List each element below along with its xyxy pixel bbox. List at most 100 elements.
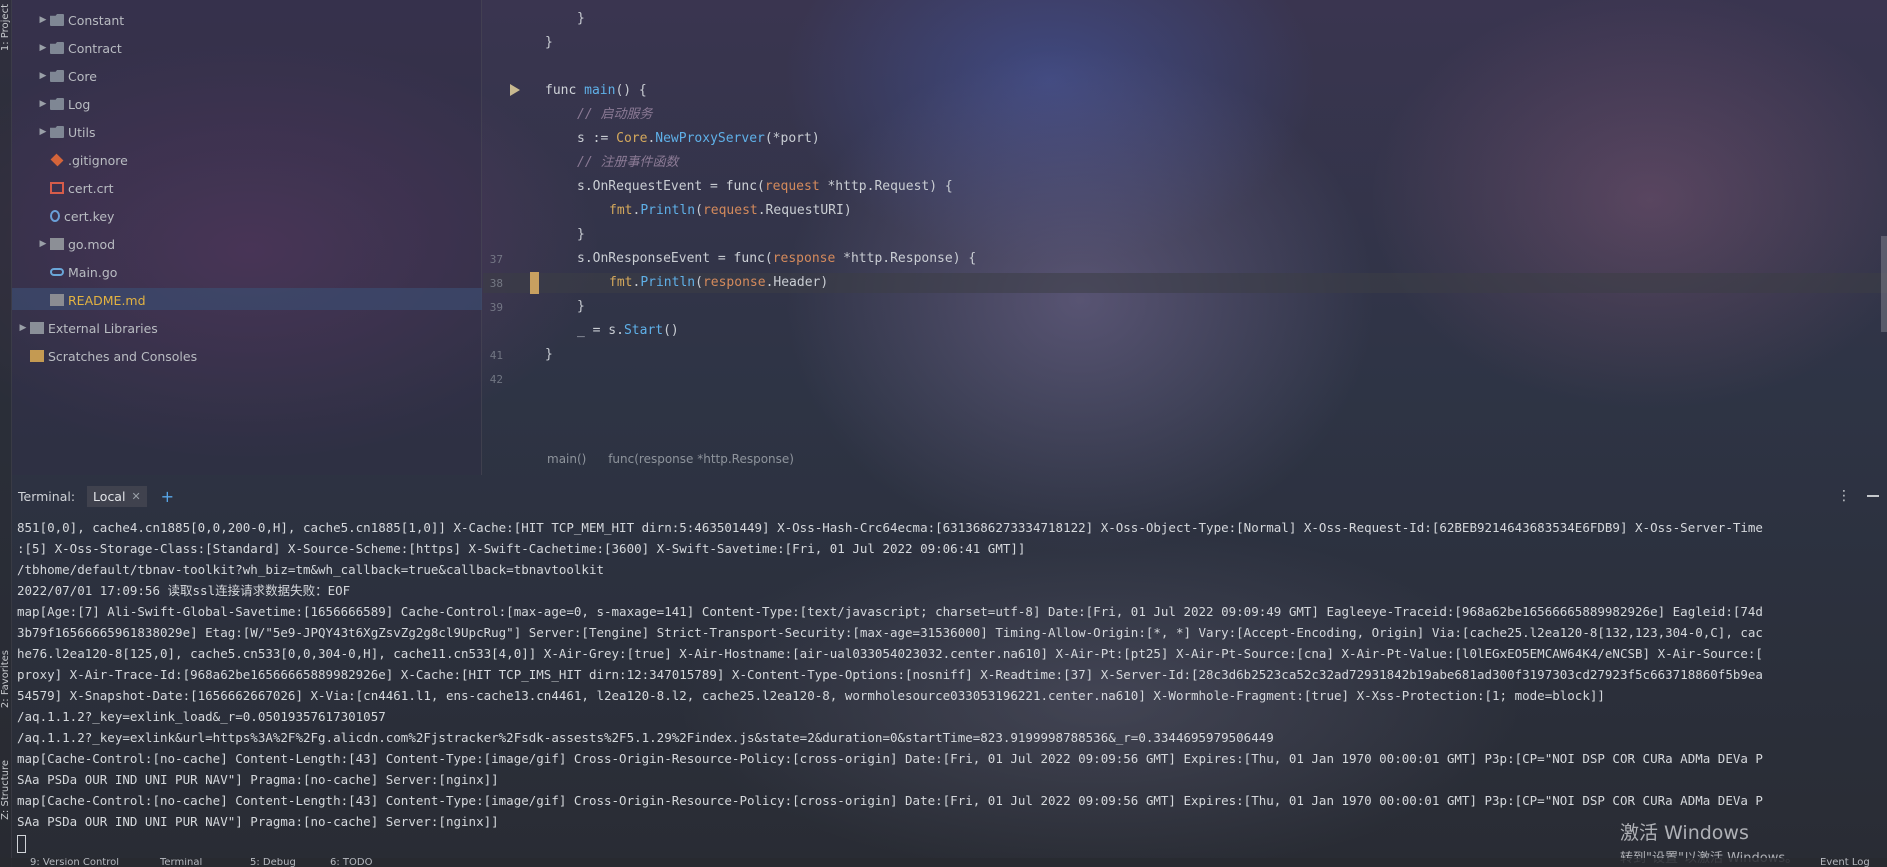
tab-local[interactable]: Local ✕ (87, 485, 147, 507)
tree-item-cert-key[interactable]: cert.key (50, 205, 114, 227)
markdown-file-icon (50, 294, 64, 306)
project-tool-button[interactable]: 1: Project (0, 4, 12, 51)
chevron-right-icon[interactable]: ▶ (36, 71, 50, 81)
tree-item-label: Scratches and Consoles (48, 348, 198, 364)
tree-item-label: Contract (68, 40, 122, 56)
folder-icon (50, 126, 64, 138)
code-line: } (577, 11, 585, 26)
breadcrumb-item[interactable]: func(response *http.Response) (608, 452, 794, 466)
minimize-icon[interactable] (1867, 495, 1879, 497)
terminal-line: SAa PSDa OUR IND UNI PUR NAV"] Pragma:[n… (17, 814, 499, 829)
structure-tool-button[interactable]: Z: Structure (0, 760, 12, 820)
code-line: s.OnRequestEvent = func(request *http.Re… (577, 179, 953, 194)
scratches-icon (30, 350, 44, 362)
certificate-file-icon (50, 182, 64, 194)
chevron-right-icon[interactable]: ▶ (36, 127, 50, 137)
tree-item-label: External Libraries (48, 320, 158, 336)
folder-icon (50, 14, 64, 26)
watermark-title: 激活 Windows (1620, 822, 1749, 844)
code-line: s.OnResponseEvent = func(response *http.… (577, 251, 977, 266)
library-icon (30, 322, 44, 334)
terminal-tab[interactable]: Terminal (160, 858, 202, 867)
tree-item-label: README.md (68, 292, 146, 308)
tree-item-label: Constant (68, 12, 125, 28)
add-tab-icon[interactable]: + (161, 487, 174, 506)
tree-item-main-go[interactable]: Main.go (50, 261, 117, 283)
terminal-line: /tbhome/default/tbnav-toolkit?wh_biz=tm&… (17, 562, 604, 577)
debug-tab[interactable]: 5: Debug (250, 858, 296, 867)
terminal-line: 2022/07/01 17:09:56 读取ssl连接请求数据失败：EOF (17, 583, 351, 598)
terminal-line: :[5] X-Oss-Storage-Class:[Standard] X-So… (17, 541, 1026, 556)
tree-item-label: Main.go (68, 264, 118, 280)
terminal-line: 3b79f16566665961838029e] Etag:[W/"5e9-JP… (17, 625, 1763, 640)
line-number: 38 (489, 277, 503, 290)
git-file-icon (50, 153, 64, 167)
tree-item-label: cert.key (64, 208, 115, 224)
folder-icon (50, 98, 64, 110)
tree-item-go-mod[interactable]: ▶ go.mod (36, 233, 116, 255)
key-file-icon (50, 210, 60, 222)
chevron-right-icon[interactable]: ▶ (36, 43, 50, 53)
chevron-right-icon[interactable]: ▶ (36, 15, 50, 25)
tree-item-utils[interactable]: ▶ Utils (36, 121, 96, 143)
tree-item-label: Utils (68, 124, 96, 140)
terminal-line: /aq.1.1.2?_key=exlink_load&_r=0.05019357… (17, 709, 386, 724)
close-icon[interactable]: ✕ (131, 490, 140, 503)
tree-item-readme[interactable]: README.md (50, 289, 146, 311)
terminal-line: SAa PSDa OUR IND UNI PUR NAV"] Pragma:[n… (17, 772, 499, 787)
tree-item-scratches[interactable]: Scratches and Consoles (30, 345, 197, 367)
terminal-cursor (17, 834, 26, 853)
chevron-right-icon[interactable]: ▶ (36, 99, 50, 109)
terminal-line: map[Cache-Control:[no-cache] Content-Len… (17, 751, 1763, 766)
terminal-title: Terminal: (18, 488, 76, 504)
code-line: } (545, 347, 553, 362)
terminal-line: 54579] X-Snapshot-Date:[1656662667026] X… (17, 688, 1605, 703)
breadcrumb-item[interactable]: main() (547, 452, 586, 466)
folder-icon (50, 70, 64, 82)
code-comment: // 注册事件函数 (577, 155, 679, 170)
tree-item-label: Core (68, 68, 97, 84)
todo-tab[interactable]: 6: TODO (330, 858, 372, 867)
editor-scroll-marker[interactable] (1881, 236, 1887, 332)
terminal-line: /aq.1.1.2?_key=exlink&url=https%3A%2F%2F… (17, 730, 1274, 745)
terminal-line: map[Cache-Control:[no-cache] Content-Len… (17, 793, 1763, 808)
tree-item-log[interactable]: ▶ Log (36, 93, 91, 115)
tool-window-strip: 1: Project 2: Favorites Z: Structure (0, 0, 12, 867)
tree-item-contract[interactable]: ▶ Contract (36, 37, 122, 59)
terminal-line: 851[0,0], cache4.cn1885[0,0,200-0,H], ca… (17, 520, 1763, 535)
code-line: func main() { (545, 83, 647, 98)
go-file-icon (50, 268, 64, 276)
code-editor[interactable]: 37 38 39 41 42 } } func main() { // 启动服务… (483, 0, 1887, 475)
tree-item-gitignore[interactable]: .gitignore (50, 149, 128, 171)
terminal-line: map[Age:[7] Ali-Swift-Global-Savetime:[1… (17, 604, 1763, 619)
terminal-line: he76.l2ea120-8[125,0], cache5.cn533[0,0,… (17, 646, 1763, 661)
tab-label: Local (93, 488, 126, 504)
version-control-tab[interactable]: 9: Version Control (30, 858, 119, 867)
chevron-right-icon[interactable]: ▶ (16, 323, 30, 333)
bottom-tool-bar: 9: Version Control Terminal 5: Debug 6: … (0, 858, 1887, 867)
code-line: _ = s.Start() (577, 323, 679, 338)
favorites-tool-button[interactable]: 2: Favorites (0, 650, 12, 708)
terminal-output[interactable]: 851[0,0], cache4.cn1885[0,0,200-0,H], ca… (17, 517, 1875, 853)
line-number: 41 (489, 349, 503, 362)
tree-item-cert-crt[interactable]: cert.crt (50, 177, 114, 199)
tree-item-label: cert.crt (68, 180, 114, 196)
run-icon[interactable] (510, 84, 520, 96)
line-number: 37 (489, 253, 503, 266)
more-options-icon[interactable]: ⋮ (1837, 488, 1851, 504)
event-log-tab[interactable]: Event Log (1820, 858, 1870, 867)
terminal-prompt[interactable] (17, 832, 1875, 853)
tree-item-external-libraries[interactable]: ▶ External Libraries (16, 317, 158, 339)
tree-item-core[interactable]: ▶ Core (36, 65, 97, 87)
chevron-right-icon[interactable]: ▶ (36, 239, 50, 249)
caret-marker (530, 272, 539, 294)
tree-item-constant[interactable]: ▶ Constant (36, 9, 125, 31)
code-line: } (577, 299, 585, 314)
line-number: 39 (489, 301, 503, 314)
code-line: s := Core.NewProxyServer(*port) (577, 131, 820, 146)
module-file-icon (50, 238, 64, 250)
code-comment: // 启动服务 (577, 107, 653, 122)
tree-item-label: .gitignore (68, 152, 128, 168)
code-line: fmt.Println(request.RequestURI) (609, 203, 852, 218)
folder-icon (50, 42, 64, 54)
